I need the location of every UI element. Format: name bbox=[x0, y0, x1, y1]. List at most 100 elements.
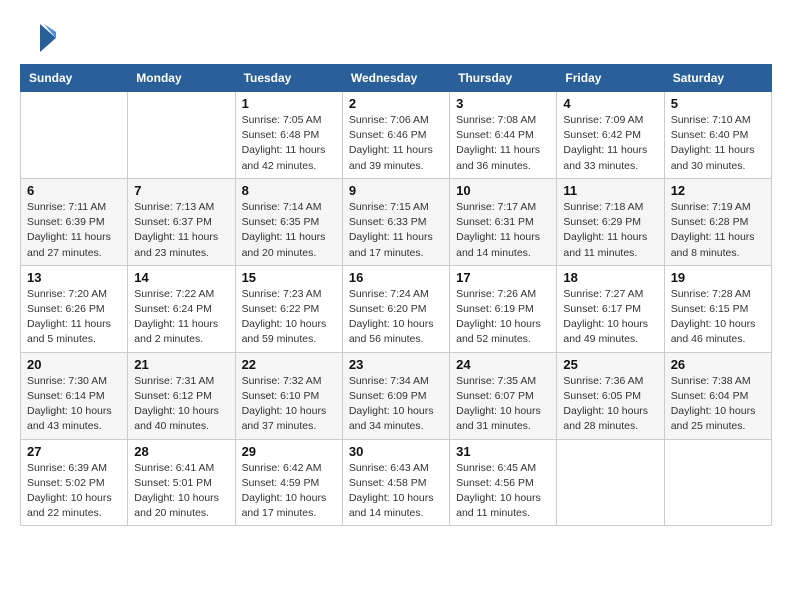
day-number: 17 bbox=[456, 270, 550, 285]
day-number: 18 bbox=[563, 270, 657, 285]
calendar-cell bbox=[21, 92, 128, 179]
calendar-cell: 20 Sunrise: 7:30 AM Sunset: 6:14 PM Dayli… bbox=[21, 352, 128, 439]
day-info: Sunrise: 7:17 AM Sunset: 6:31 PM Dayligh… bbox=[456, 200, 550, 261]
day-info: Sunrise: 7:32 AM Sunset: 6:10 PM Dayligh… bbox=[242, 374, 336, 435]
day-number: 25 bbox=[563, 357, 657, 372]
calendar-cell: 22 Sunrise: 7:32 AM Sunset: 6:10 PM Dayli… bbox=[235, 352, 342, 439]
day-number: 24 bbox=[456, 357, 550, 372]
calendar-cell bbox=[664, 439, 771, 526]
day-info: Sunrise: 7:22 AM Sunset: 6:24 PM Dayligh… bbox=[134, 287, 228, 348]
calendar-cell: 28 Sunrise: 6:41 AM Sunset: 5:01 PM Dayli… bbox=[128, 439, 235, 526]
calendar-cell: 21 Sunrise: 7:31 AM Sunset: 6:12 PM Dayli… bbox=[128, 352, 235, 439]
day-info: Sunrise: 7:28 AM Sunset: 6:15 PM Dayligh… bbox=[671, 287, 765, 348]
day-number: 21 bbox=[134, 357, 228, 372]
calendar-cell: 29 Sunrise: 6:42 AM Sunset: 4:59 PM Dayli… bbox=[235, 439, 342, 526]
logo-icon bbox=[20, 20, 56, 56]
weekday-friday: Friday bbox=[557, 65, 664, 92]
calendar-cell: 3 Sunrise: 7:08 AM Sunset: 6:44 PM Daylig… bbox=[450, 92, 557, 179]
day-number: 4 bbox=[563, 96, 657, 111]
day-info: Sunrise: 7:20 AM Sunset: 6:26 PM Dayligh… bbox=[27, 287, 121, 348]
day-info: Sunrise: 7:11 AM Sunset: 6:39 PM Dayligh… bbox=[27, 200, 121, 261]
day-info: Sunrise: 6:45 AM Sunset: 4:56 PM Dayligh… bbox=[456, 461, 550, 522]
weekday-thursday: Thursday bbox=[450, 65, 557, 92]
calendar-body: 1 Sunrise: 7:05 AM Sunset: 6:48 PM Daylig… bbox=[21, 92, 772, 526]
day-info: Sunrise: 7:13 AM Sunset: 6:37 PM Dayligh… bbox=[134, 200, 228, 261]
day-number: 23 bbox=[349, 357, 443, 372]
calendar-cell: 12Sunrise: 7:19 AM Sunset: 6:28 PM Dayli… bbox=[664, 178, 771, 265]
day-info: Sunrise: 7:23 AM Sunset: 6:22 PM Dayligh… bbox=[242, 287, 336, 348]
day-info: Sunrise: 7:31 AM Sunset: 6:12 PM Dayligh… bbox=[134, 374, 228, 435]
calendar-cell: 17 Sunrise: 7:26 AM Sunset: 6:19 PM Dayli… bbox=[450, 265, 557, 352]
day-number: 1 bbox=[242, 96, 336, 111]
weekday-monday: Monday bbox=[128, 65, 235, 92]
calendar-cell: 11 Sunrise: 7:18 AM Sunset: 6:29 PM Dayli… bbox=[557, 178, 664, 265]
day-info: Sunrise: 7:36 AM Sunset: 6:05 PM Dayligh… bbox=[563, 374, 657, 435]
calendar-cell: 18 Sunrise: 7:27 AM Sunset: 6:17 PM Dayli… bbox=[557, 265, 664, 352]
weekday-header-row: SundayMondayTuesdayWednesdayThursdayFrid… bbox=[21, 65, 772, 92]
day-info: Sunrise: 7:27 AM Sunset: 6:17 PM Dayligh… bbox=[563, 287, 657, 348]
calendar-cell: 4 Sunrise: 7:09 AM Sunset: 6:42 PM Daylig… bbox=[557, 92, 664, 179]
day-info: Sunrise: 6:42 AM Sunset: 4:59 PM Dayligh… bbox=[242, 461, 336, 522]
day-info: Sunrise: 6:39 AM Sunset: 5:02 PM Dayligh… bbox=[27, 461, 121, 522]
calendar-cell: 24Sunrise: 7:35 AM Sunset: 6:07 PM Dayli… bbox=[450, 352, 557, 439]
calendar-cell: 14Sunrise: 7:22 AM Sunset: 6:24 PM Dayli… bbox=[128, 265, 235, 352]
day-number: 10 bbox=[456, 183, 550, 198]
day-number: 28 bbox=[134, 444, 228, 459]
day-info: Sunrise: 7:19 AM Sunset: 6:28 PM Dayligh… bbox=[671, 200, 765, 261]
weekday-sunday: Sunday bbox=[21, 65, 128, 92]
calendar-table: SundayMondayTuesdayWednesdayThursdayFrid… bbox=[20, 64, 772, 526]
day-info: Sunrise: 7:15 AM Sunset: 6:33 PM Dayligh… bbox=[349, 200, 443, 261]
day-number: 19 bbox=[671, 270, 765, 285]
day-number: 20 bbox=[27, 357, 121, 372]
day-number: 11 bbox=[563, 183, 657, 198]
calendar-cell: 9Sunrise: 7:15 AM Sunset: 6:33 PM Daylig… bbox=[342, 178, 449, 265]
calendar-cell: 23 Sunrise: 7:34 AM Sunset: 6:09 PM Dayli… bbox=[342, 352, 449, 439]
day-info: Sunrise: 7:08 AM Sunset: 6:44 PM Dayligh… bbox=[456, 113, 550, 174]
calendar-cell: 27Sunrise: 6:39 AM Sunset: 5:02 PM Dayli… bbox=[21, 439, 128, 526]
day-number: 15 bbox=[242, 270, 336, 285]
day-number: 22 bbox=[242, 357, 336, 372]
calendar-week-1: 1 Sunrise: 7:05 AM Sunset: 6:48 PM Daylig… bbox=[21, 92, 772, 179]
calendar-week-3: 13 Sunrise: 7:20 AM Sunset: 6:26 PM Dayli… bbox=[21, 265, 772, 352]
day-info: Sunrise: 7:30 AM Sunset: 6:14 PM Dayligh… bbox=[27, 374, 121, 435]
calendar-cell: 26 Sunrise: 7:38 AM Sunset: 6:04 PM Dayli… bbox=[664, 352, 771, 439]
calendar-week-5: 27Sunrise: 6:39 AM Sunset: 5:02 PM Dayli… bbox=[21, 439, 772, 526]
day-info: Sunrise: 7:09 AM Sunset: 6:42 PM Dayligh… bbox=[563, 113, 657, 174]
day-info: Sunrise: 7:18 AM Sunset: 6:29 PM Dayligh… bbox=[563, 200, 657, 261]
day-info: Sunrise: 7:06 AM Sunset: 6:46 PM Dayligh… bbox=[349, 113, 443, 174]
weekday-wednesday: Wednesday bbox=[342, 65, 449, 92]
calendar-cell: 19 Sunrise: 7:28 AM Sunset: 6:15 PM Dayli… bbox=[664, 265, 771, 352]
calendar-cell: 5 Sunrise: 7:10 AM Sunset: 6:40 PM Daylig… bbox=[664, 92, 771, 179]
calendar-cell: 6Sunrise: 7:11 AM Sunset: 6:39 PM Daylig… bbox=[21, 178, 128, 265]
day-number: 29 bbox=[242, 444, 336, 459]
page-header bbox=[20, 20, 772, 56]
day-number: 5 bbox=[671, 96, 765, 111]
calendar-cell bbox=[557, 439, 664, 526]
calendar-cell: 10 Sunrise: 7:17 AM Sunset: 6:31 PM Dayli… bbox=[450, 178, 557, 265]
day-number: 3 bbox=[456, 96, 550, 111]
day-number: 30 bbox=[349, 444, 443, 459]
calendar-week-2: 6Sunrise: 7:11 AM Sunset: 6:39 PM Daylig… bbox=[21, 178, 772, 265]
day-info: Sunrise: 7:10 AM Sunset: 6:40 PM Dayligh… bbox=[671, 113, 765, 174]
day-info: Sunrise: 7:05 AM Sunset: 6:48 PM Dayligh… bbox=[242, 113, 336, 174]
calendar-cell: 25 Sunrise: 7:36 AM Sunset: 6:05 PM Dayli… bbox=[557, 352, 664, 439]
day-info: Sunrise: 7:34 AM Sunset: 6:09 PM Dayligh… bbox=[349, 374, 443, 435]
day-number: 8 bbox=[242, 183, 336, 198]
day-info: Sunrise: 7:38 AM Sunset: 6:04 PM Dayligh… bbox=[671, 374, 765, 435]
day-info: Sunrise: 6:41 AM Sunset: 5:01 PM Dayligh… bbox=[134, 461, 228, 522]
day-number: 13 bbox=[27, 270, 121, 285]
day-info: Sunrise: 7:26 AM Sunset: 6:19 PM Dayligh… bbox=[456, 287, 550, 348]
calendar-cell: 8Sunrise: 7:14 AM Sunset: 6:35 PM Daylig… bbox=[235, 178, 342, 265]
day-number: 7 bbox=[134, 183, 228, 198]
calendar-cell: 13 Sunrise: 7:20 AM Sunset: 6:26 PM Dayli… bbox=[21, 265, 128, 352]
day-info: Sunrise: 6:43 AM Sunset: 4:58 PM Dayligh… bbox=[349, 461, 443, 522]
weekday-saturday: Saturday bbox=[664, 65, 771, 92]
logo bbox=[20, 20, 60, 56]
calendar-cell bbox=[128, 92, 235, 179]
calendar-cell: 7 Sunrise: 7:13 AM Sunset: 6:37 PM Daylig… bbox=[128, 178, 235, 265]
calendar-cell: 30 Sunrise: 6:43 AM Sunset: 4:58 PM Dayli… bbox=[342, 439, 449, 526]
day-number: 26 bbox=[671, 357, 765, 372]
day-number: 16 bbox=[349, 270, 443, 285]
calendar-week-4: 20 Sunrise: 7:30 AM Sunset: 6:14 PM Dayli… bbox=[21, 352, 772, 439]
calendar-cell: 31Sunrise: 6:45 AM Sunset: 4:56 PM Dayli… bbox=[450, 439, 557, 526]
